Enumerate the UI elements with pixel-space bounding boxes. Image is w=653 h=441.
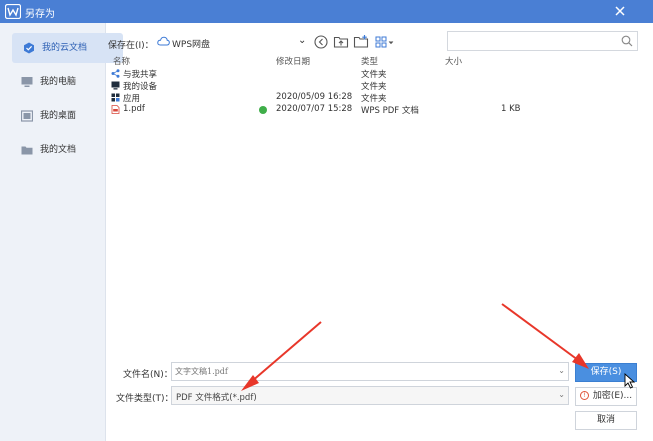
computer-icon xyxy=(21,77,33,87)
file-modified: 2020/05/09 16:28 xyxy=(276,92,353,102)
close-icon xyxy=(615,6,625,16)
search-icon[interactable] xyxy=(621,35,633,47)
filename-input[interactable] xyxy=(175,365,545,378)
list-item[interactable]: 1.pdf 2020/07/07 15:28 WPS PDF 文档 1 KB xyxy=(108,104,648,116)
list-item[interactable]: 应用 2020/05/09 16:28 文件夹 xyxy=(108,92,648,104)
list-item[interactable]: 我的设备 文件夹 xyxy=(108,80,648,92)
file-type: 文件夹 xyxy=(361,94,387,104)
encrypt-button-label: 加密(E)... xyxy=(592,391,633,401)
column-header-type[interactable]: 类型 xyxy=(361,55,378,67)
file-name: 应用 xyxy=(123,94,141,104)
view-mode-icon[interactable] xyxy=(374,34,396,50)
wps-logo-icon xyxy=(5,4,21,19)
file-list-header: 名称 修改日期 类型 大小 xyxy=(108,55,648,67)
sidebar-item-cloud-docs[interactable]: 我的云文档 xyxy=(12,33,123,63)
cancel-button[interactable]: 取消 xyxy=(575,411,637,430)
synced-status-icon xyxy=(259,106,267,114)
file-type: 文件夹 xyxy=(361,70,387,80)
sidebar-item-label: 我的电脑 xyxy=(40,77,77,87)
file-name: 1.pdf xyxy=(123,104,145,114)
parent-folder-icon[interactable] xyxy=(333,34,349,50)
back-icon[interactable] xyxy=(313,34,329,50)
desktop-icon xyxy=(21,110,33,122)
file-modified: 2020/07/07 15:28 xyxy=(276,104,353,114)
sidebar: 我的云文档 我的电脑 我的桌面 我的文档 xyxy=(0,23,123,441)
filename-field[interactable]: ⌄ xyxy=(171,362,569,381)
column-header-size[interactable]: 大小 xyxy=(445,55,462,67)
filename-label: 文件名(N)： xyxy=(123,370,173,380)
chevron-down-icon[interactable]: ⌄ xyxy=(298,35,306,46)
sidebar-item-label: 我的文档 xyxy=(40,145,77,155)
new-folder-icon[interactable] xyxy=(353,34,369,50)
sidebar-item-my-documents[interactable]: 我的文档 xyxy=(10,135,122,165)
search-input[interactable] xyxy=(451,34,616,48)
chevron-down-icon[interactable]: ⌄ xyxy=(558,366,565,375)
file-size: 1 KB xyxy=(501,104,521,114)
cloud-docs-icon xyxy=(24,42,34,54)
close-button[interactable] xyxy=(612,3,628,19)
encrypt-button[interactable]: ! 加密(E)... xyxy=(575,387,637,406)
folder-icon xyxy=(21,146,33,155)
file-type: 文件夹 xyxy=(361,82,387,92)
search-box[interactable] xyxy=(447,31,638,51)
location-text: WPS网盘 xyxy=(172,40,211,50)
cloud-icon xyxy=(157,36,170,46)
filetype-select[interactable]: PDF 文件格式(*.pdf) ⌄ xyxy=(171,386,569,405)
column-header-modified[interactable]: 修改日期 xyxy=(276,55,310,67)
list-item[interactable]: 与我共享 文件夹 xyxy=(108,68,648,80)
title-bar: 另存为 xyxy=(0,0,653,23)
lock-icon: ! xyxy=(579,391,589,400)
filetype-label: 文件类型(T)： xyxy=(116,394,174,404)
save-in-label: 保存在(I)： xyxy=(108,41,154,51)
device-icon xyxy=(111,81,120,90)
sidebar-item-my-computer[interactable]: 我的电脑 xyxy=(10,67,122,97)
sidebar-item-my-desktop[interactable]: 我的桌面 xyxy=(10,101,122,131)
annotation-arrow-to-save xyxy=(501,303,589,369)
save-button-label: 保存(S) xyxy=(590,367,622,377)
filetype-value: PDF 文件格式(*.pdf) xyxy=(176,393,257,403)
sidebar-item-label: 我的云文档 xyxy=(42,43,88,53)
window-title: 另存为 xyxy=(25,9,55,20)
location-dropdown[interactable]: WPS网盘 ⌄ xyxy=(157,33,309,50)
chevron-down-icon[interactable]: ⌄ xyxy=(558,390,565,399)
mouse-cursor-icon xyxy=(624,373,636,389)
pdf-icon xyxy=(111,105,120,114)
column-header-name[interactable]: 名称 xyxy=(113,55,130,67)
file-name: 与我共享 xyxy=(123,70,158,80)
sidebar-item-label: 我的桌面 xyxy=(40,111,77,121)
cancel-button-label: 取消 xyxy=(596,415,615,425)
app-icon xyxy=(111,93,120,102)
file-name: 我的设备 xyxy=(123,82,158,92)
file-type: WPS PDF 文档 xyxy=(361,106,419,116)
share-icon xyxy=(111,69,120,78)
